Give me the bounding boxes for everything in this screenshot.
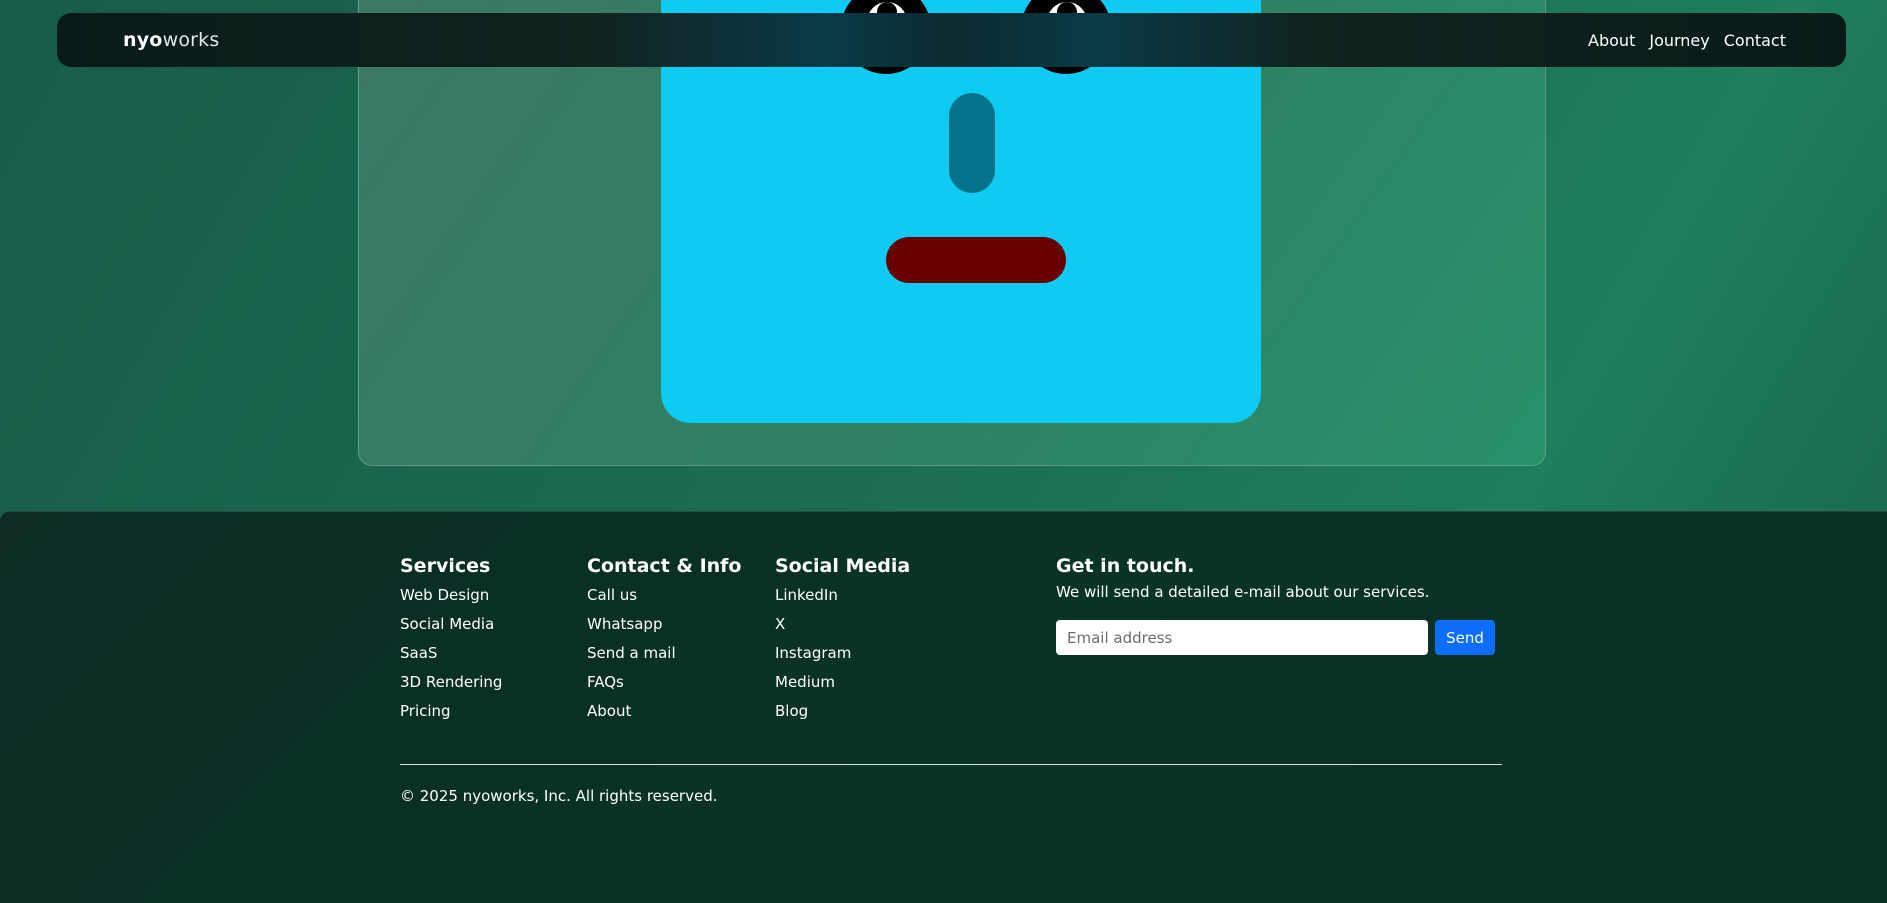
newsletter-form: Send xyxy=(1056,620,1495,655)
footer-link-social-media[interactable]: Social Media xyxy=(400,614,502,643)
footer-link-x[interactable]: X xyxy=(775,614,910,643)
top-navbar: nyoworks About Journey Contact xyxy=(57,13,1846,67)
mouth xyxy=(886,237,1066,283)
brand-logo[interactable]: nyoworks xyxy=(123,29,219,51)
footer-link-linkedin[interactable]: LinkedIn xyxy=(775,585,910,614)
footer-link-3d-rendering[interactable]: 3D Rendering xyxy=(400,672,502,701)
copyright-text: © 2025 nyoworks, Inc. All rights reserve… xyxy=(400,787,718,805)
footer-link-saas[interactable]: SaaS xyxy=(400,643,502,672)
nav-links: About Journey Contact xyxy=(1588,31,1786,50)
footer-services-column: Services Web Design Social Media SaaS 3D… xyxy=(400,555,502,730)
send-button[interactable]: Send xyxy=(1435,620,1495,655)
footer-services-title: Services xyxy=(400,555,491,577)
footer-link-faqs[interactable]: FAQs xyxy=(587,672,742,701)
footer-link-web-design[interactable]: Web Design xyxy=(400,585,502,614)
nav-link-contact[interactable]: Contact xyxy=(1724,31,1786,50)
footer-link-send-mail[interactable]: Send a mail xyxy=(587,643,742,672)
footer-link-blog[interactable]: Blog xyxy=(775,701,910,730)
footer-link-pricing[interactable]: Pricing xyxy=(400,701,502,730)
get-in-touch-subtitle: We will send a detailed e-mail about our… xyxy=(1056,583,1430,601)
nose xyxy=(949,93,995,193)
footer-contact-column: Contact & Info Call us Whatsapp Send a m… xyxy=(587,555,742,730)
footer-link-about[interactable]: About xyxy=(587,701,742,730)
footer-link-medium[interactable]: Medium xyxy=(775,672,910,701)
footer-link-call-us[interactable]: Call us xyxy=(587,585,742,614)
brand-logo-bold: nyo xyxy=(123,29,163,51)
footer-get-in-touch: Get in touch. We will send a detailed e-… xyxy=(1056,555,1430,601)
nav-link-journey[interactable]: Journey xyxy=(1649,31,1709,50)
footer-divider xyxy=(400,764,1502,765)
footer: Services Web Design Social Media SaaS 3D… xyxy=(0,511,1887,903)
footer-link-instagram[interactable]: Instagram xyxy=(775,643,910,672)
footer-social-column: Social Media LinkedIn X Instagram Medium… xyxy=(775,555,910,730)
footer-contact-title: Contact & Info xyxy=(587,555,742,577)
footer-link-whatsapp[interactable]: Whatsapp xyxy=(587,614,742,643)
footer-social-title: Social Media xyxy=(775,555,911,577)
email-input[interactable] xyxy=(1056,620,1428,655)
brand-logo-light: works xyxy=(162,29,220,51)
get-in-touch-title: Get in touch. xyxy=(1056,555,1195,577)
nav-link-about[interactable]: About xyxy=(1588,31,1635,50)
